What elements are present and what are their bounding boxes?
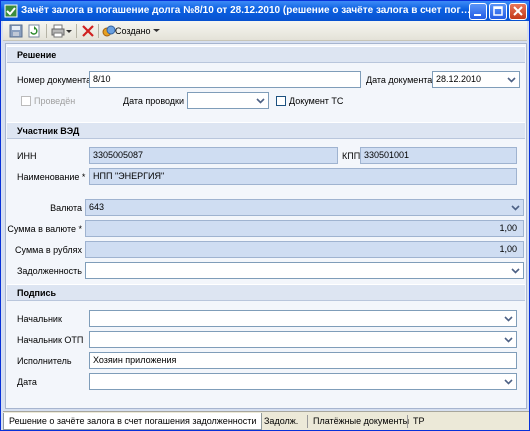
tab-debt[interactable]: Задолж. [259,413,303,430]
currency-value: 643 [89,202,105,212]
sum-rub-field[interactable]: 1,00 [85,241,524,258]
document-app-icon [4,4,18,18]
posted-checkbox[interactable] [21,96,31,106]
minimize-button[interactable] [469,3,487,20]
debt-field[interactable] [85,262,524,279]
delete-icon[interactable] [81,24,95,38]
kpp-field[interactable]: 330501001 [360,147,517,164]
head-otp-label: Начальник ОТП [17,335,84,345]
tab-decision[interactable]: Решение о зачёте залога в счет погашения… [3,413,263,430]
created-status-label: Создано [115,26,151,36]
executor-label: Исполнитель [17,356,72,366]
document-form: Решение Номер документа 8/10 Дата докуме… [5,43,527,409]
doc-number-label: Номер документа [17,75,92,85]
toolbar-separator [46,24,47,38]
chevron-down-icon[interactable] [502,312,515,325]
sum-rub-label: Сумма в рублях [15,245,82,255]
doc-date-field[interactable]: 28.12.2010 [432,71,520,88]
chevron-down-icon [153,29,161,32]
print-dropdown-icon[interactable] [65,24,73,38]
posting-date-field[interactable] [187,92,269,109]
name-field[interactable]: НПП "ЭНЕРГИЯ" [89,168,517,185]
doc-number-input[interactable]: 8/10 [89,71,361,88]
created-status-icon[interactable] [102,24,116,38]
currency-field[interactable]: 643 [85,199,524,216]
toolbar-separator [98,24,99,38]
tab-payment-docs[interactable]: Платёжные документы [308,413,414,430]
save-icon[interactable] [9,24,23,38]
toolbar: Создано [3,21,527,41]
doc-date-value: 28.12.2010 [436,74,482,84]
head-otp-field[interactable] [89,331,517,348]
chevron-down-icon[interactable] [502,333,515,346]
posting-date-label: Дата проводки [123,96,185,106]
doc-ts-checkbox[interactable] [276,96,286,106]
inn-label: ИНН [17,151,37,161]
maximize-icon [493,6,503,16]
executor-input[interactable]: Хозяин приложения [89,352,517,369]
debt-label: Задолженность [16,266,82,276]
status-bar-tabs: Решение о зачёте залога в счет погашения… [3,411,529,430]
name-label: Наименование * [17,172,86,182]
kpp-label: КПП [342,151,361,161]
currency-label: Валюта [50,203,82,213]
title-bar[interactable]: Зачёт залога в погашение долга №8/10 от … [1,1,529,21]
tab-tr[interactable]: ТР [408,413,430,430]
chevron-down-icon[interactable] [509,201,522,214]
maximize-button[interactable] [489,3,507,20]
sum-currency-label: Сумма в валюте * [7,224,82,234]
chevron-down-icon[interactable] [505,73,518,86]
head-label: Начальник [17,314,62,324]
section-signature-header: Подпись [7,284,525,301]
doc-date-label: Дата документа [366,75,433,85]
app-window: Зачёт залога в погашение долга №8/10 от … [0,0,530,431]
posted-label: Проведён [34,96,76,106]
inn-field[interactable]: 3305005087 [89,147,338,164]
toolbar-separator [76,24,77,38]
close-icon [513,6,523,16]
print-icon[interactable] [51,24,65,38]
head-field[interactable] [89,310,517,327]
refresh-icon[interactable] [27,24,41,38]
section-decision-header: Решение [7,46,525,63]
sum-currency-field[interactable]: 1,00 [85,220,524,237]
sign-date-field[interactable] [89,373,517,390]
doc-ts-label: Документ ТС [289,96,344,106]
minimize-icon [474,14,481,16]
section-participant-header: Участник ВЭД [7,122,525,139]
chevron-down-icon[interactable] [502,375,515,388]
created-status-button[interactable]: Создано [115,24,161,38]
close-window-button[interactable] [509,3,527,20]
chevron-down-icon[interactable] [509,264,522,277]
sign-date-label: Дата [17,377,37,387]
chevron-down-icon[interactable] [254,94,267,107]
window-title: Зачёт залога в погашение долга №8/10 от … [21,5,473,16]
